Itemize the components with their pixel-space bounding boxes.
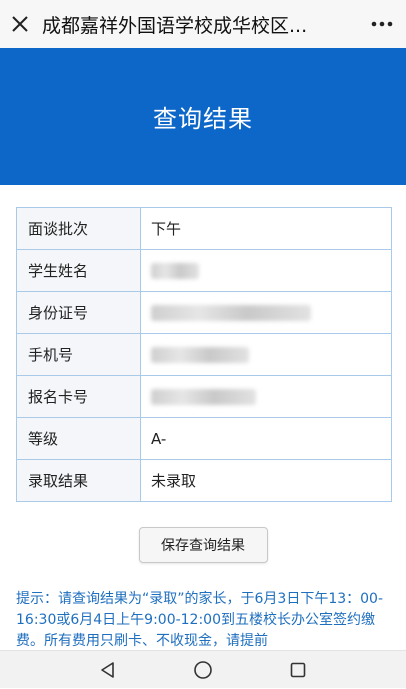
notice-text: 提示：请查询结果为“录取”的家长，于6月3日下午13：00-16:30或6月4日… [16,591,383,649]
row-value-redacted [140,375,392,418]
back-triangle-icon [100,661,114,678]
home-button[interactable] [183,651,223,689]
row-value-redacted [140,249,392,292]
home-circle-icon [194,660,212,679]
more-icon [371,21,393,27]
redacted-block [151,263,199,279]
recents-button[interactable] [278,651,318,689]
row-value: A- [140,417,392,460]
row-value: 下午 [140,207,392,250]
table-row: 报名卡号 [16,375,392,418]
close-button[interactable] [0,0,40,48]
row-label: 等级 [16,417,141,460]
row-label: 面谈批次 [16,207,141,250]
table-row: 录取结果 未录取 [16,459,392,502]
row-label: 身份证号 [16,291,141,334]
table-row: 学生姓名 [16,249,392,292]
table-row: 身份证号 [16,291,392,334]
row-value-redacted [140,291,392,334]
result-banner: 查询结果 [0,48,406,185]
table-row: 面谈批次 下午 [16,207,392,250]
system-nav-bar [0,650,406,688]
row-label: 录取结果 [16,459,141,502]
redacted-block [151,347,249,363]
row-label: 报名卡号 [16,375,141,418]
page-title: 成都嘉祥外国语学校成华校区... [42,14,308,37]
close-icon [12,16,28,32]
title-bar: 成都嘉祥外国语学校成华校区... [0,0,406,49]
row-value-redacted [140,333,392,376]
recents-square-icon [291,662,306,677]
result-table: 面谈批次 下午 学生姓名 身份证号 手机号 报名卡号 等级 A- 录取结果 未录… [16,207,392,502]
row-value: 未录取 [140,459,392,502]
more-button[interactable] [358,0,406,48]
table-row: 手机号 [16,333,392,376]
table-row: 等级 A- [16,417,392,460]
row-label: 学生姓名 [16,249,141,292]
banner-title: 查询结果 [153,105,253,133]
save-button-container: 保存查询结果 [0,527,406,563]
redacted-block [151,305,311,321]
row-label: 手机号 [16,333,141,376]
redacted-block [151,389,256,405]
back-button[interactable] [88,651,128,689]
save-result-button[interactable]: 保存查询结果 [138,527,268,563]
